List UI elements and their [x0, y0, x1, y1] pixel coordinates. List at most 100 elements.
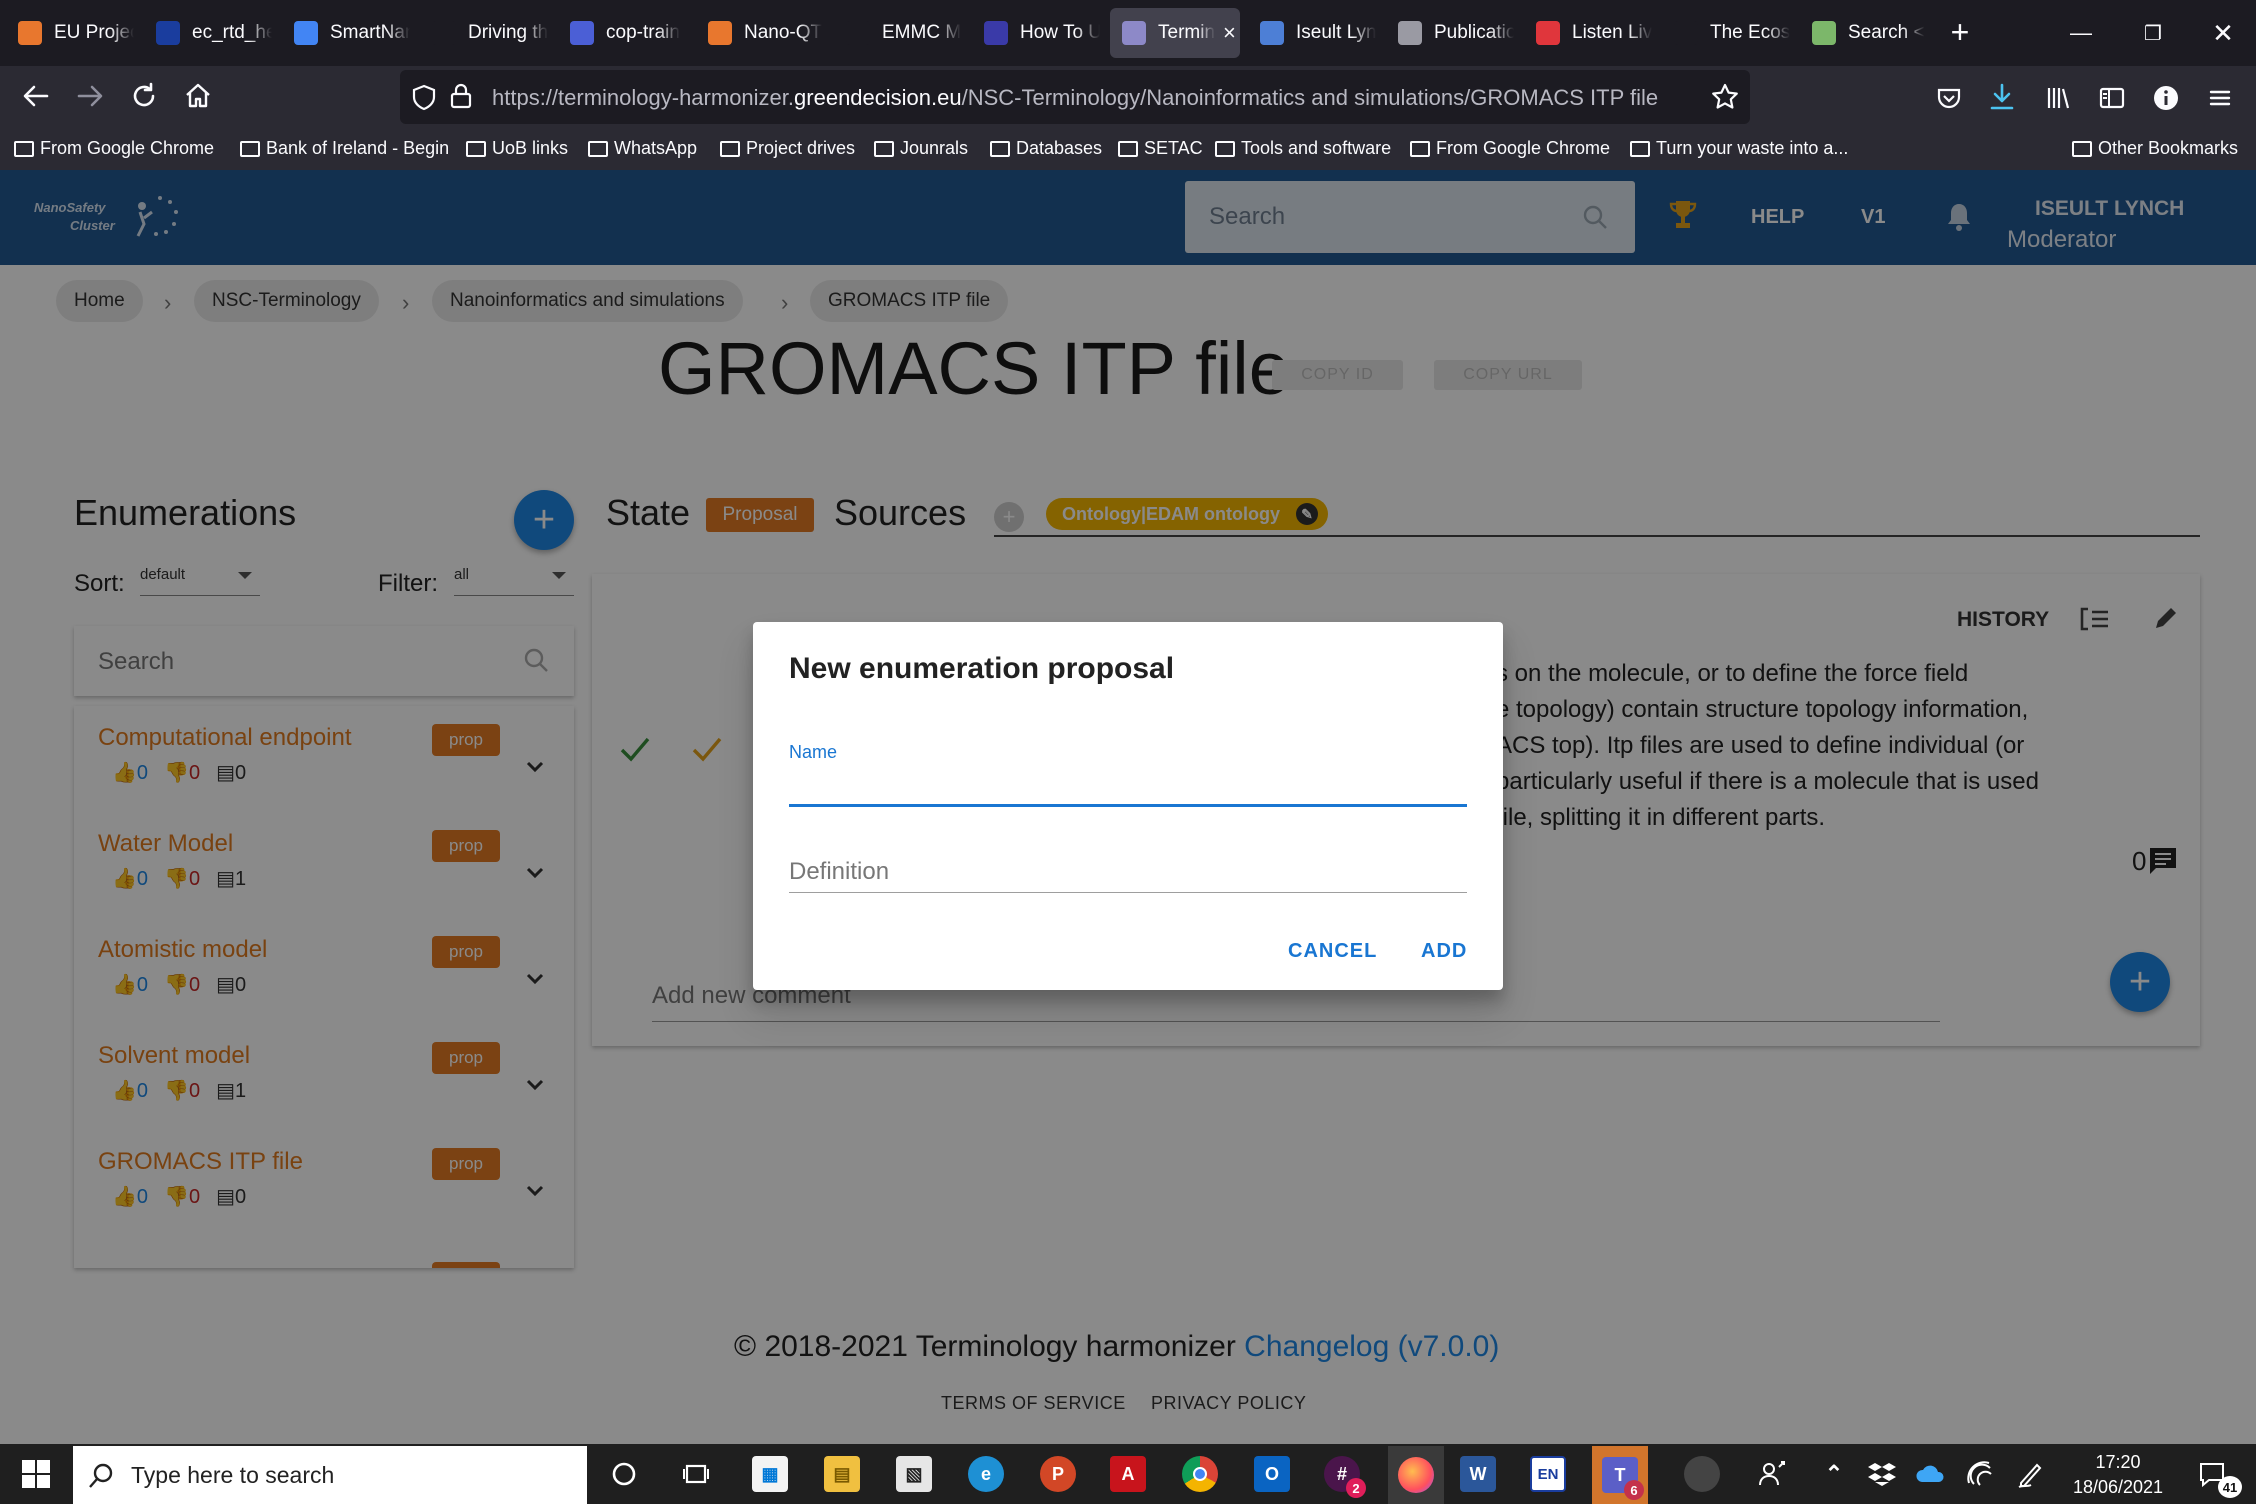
browser-tab[interactable]: The Ecosy: [1662, 8, 1790, 58]
onedrive-icon[interactable]: [1908, 1452, 1952, 1496]
info-icon[interactable]: [2152, 84, 2180, 112]
folder-icon: [874, 140, 894, 157]
terminal-icon[interactable]: ▧: [892, 1452, 936, 1496]
browser-tab[interactable]: ec_rtd_he: [144, 8, 272, 58]
cortana-icon[interactable]: [602, 1452, 646, 1496]
bookmark-item[interactable]: Turn your waste into a...: [1630, 138, 1848, 159]
browser-tab[interactable]: Search <: [1800, 8, 1928, 58]
new-tab-button[interactable]: +: [1940, 12, 1980, 52]
download-icon[interactable]: [1988, 82, 2016, 112]
name-field[interactable]: [789, 768, 1467, 804]
file-explorer-icon[interactable]: ▤: [820, 1452, 864, 1496]
browser-tab[interactable]: Listen Liv: [1524, 8, 1652, 58]
browser-tab[interactable]: How To U: [972, 8, 1100, 58]
bookmark-item[interactable]: From Google Chrome: [14, 138, 214, 159]
bookmark-item[interactable]: WhatsApp: [588, 138, 697, 159]
edge-icon[interactable]: e: [964, 1452, 1008, 1496]
url-bar[interactable]: https://terminology-harmonizer.greendeci…: [400, 70, 1750, 124]
bookmark-label: From Google Chrome: [1436, 138, 1611, 158]
sidebar-icon[interactable]: [2098, 84, 2126, 112]
bookmark-star-icon[interactable]: [1710, 82, 1740, 112]
browser-tab-label: Search <: [1848, 22, 1925, 43]
bookmark-item[interactable]: Jounrals: [874, 138, 968, 159]
bookmark-label: Databases: [1016, 138, 1103, 158]
browser-tab[interactable]: EMMC M: [834, 8, 962, 58]
arrow-right-icon: [77, 85, 103, 107]
browser-tab-label: Termin: [1158, 22, 1216, 43]
chrome-icon[interactable]: [1178, 1452, 1222, 1496]
people-icon[interactable]: [1750, 1452, 1794, 1496]
pen-icon[interactable]: [2008, 1452, 2052, 1496]
library-icon[interactable]: [2044, 84, 2072, 112]
forward-button[interactable]: [68, 74, 112, 118]
browser-tab-label: SmartNan: [330, 22, 410, 43]
bookmark-item[interactable]: Project drives: [720, 138, 855, 159]
bookmark-item[interactable]: Databases: [990, 138, 1102, 159]
url-text: https://terminology-harmonizer.greendeci…: [492, 85, 1658, 111]
browser-tab[interactable]: Termin ×: [1110, 8, 1240, 58]
browser-tab-label: EMMC M: [882, 22, 962, 43]
taskbar-search-input[interactable]: Type here to search: [73, 1446, 587, 1504]
folder-icon: [14, 140, 34, 157]
browser-tab-label: Publicatio: [1434, 22, 1514, 43]
firefox-icon[interactable]: [1388, 1446, 1444, 1504]
endnote-icon[interactable]: EN: [1526, 1452, 1570, 1496]
close-tab-icon[interactable]: ×: [1223, 20, 1236, 46]
bookmark-label: UoB links: [492, 138, 569, 158]
windows-start-icon[interactable]: [20, 1458, 52, 1490]
teams-badge: 6: [1624, 1480, 1644, 1500]
powerpoint-icon[interactable]: P: [1036, 1452, 1080, 1496]
word-icon[interactable]: W: [1456, 1452, 1500, 1496]
home-icon: [186, 83, 210, 108]
browser-tab[interactable]: SmartNan: [282, 8, 410, 58]
clock-time: 17:20: [2095, 1452, 2141, 1472]
taskbar-clock[interactable]: 17:20 18/06/2021: [2058, 1448, 2178, 1502]
user-avatar-icon[interactable]: [1680, 1452, 1724, 1496]
other-bookmarks[interactable]: Other Bookmarks: [2072, 138, 2238, 159]
browser-tab[interactable]: Driving the p: [420, 8, 548, 58]
url-domain: greendecision.eu: [794, 85, 962, 110]
notification-count: 41: [2218, 1476, 2242, 1498]
browser-tab[interactable]: Publicatio: [1386, 8, 1514, 58]
folder-icon: [1410, 140, 1430, 157]
definition-field[interactable]: Definition: [789, 858, 889, 886]
menu-icon[interactable]: [2206, 84, 2234, 112]
bookmark-item[interactable]: UoB links: [466, 138, 568, 159]
acrobat-icon[interactable]: A: [1106, 1452, 1150, 1496]
minimize-button[interactable]: —: [2048, 8, 2114, 58]
store-icon[interactable]: ▦: [748, 1452, 792, 1496]
outlook-icon[interactable]: O: [1250, 1452, 1294, 1496]
close-window-button[interactable]: ✕: [2190, 8, 2256, 58]
browser-tab[interactable]: Iseult Lyn: [1248, 8, 1376, 58]
taskbar-search-placeholder: Type here to search: [131, 1462, 335, 1488]
dropbox-icon[interactable]: [1860, 1452, 1904, 1496]
docs-icon: [294, 21, 318, 45]
slack-icon[interactable]: #2: [1320, 1452, 1366, 1498]
add-button[interactable]: ADD: [1421, 940, 1467, 963]
teams-icon[interactable]: T6: [1592, 1446, 1648, 1504]
restore-button[interactable]: ❐: [2120, 8, 2186, 58]
diamond-icon: [1260, 21, 1284, 45]
chevron-up-icon[interactable]: ⌃: [1812, 1452, 1856, 1496]
browser-tab[interactable]: Nano-QT: [696, 8, 824, 58]
wifi-icon[interactable]: [1958, 1452, 2002, 1496]
cancel-button[interactable]: CANCEL: [1288, 940, 1377, 963]
bookmark-label: Bank of Ireland - Begin: [266, 138, 450, 158]
task-view-icon[interactable]: [674, 1452, 718, 1496]
home-button[interactable]: [176, 74, 220, 118]
pocket-icon[interactable]: [1935, 84, 1963, 112]
reload-button[interactable]: [122, 74, 166, 118]
bookmark-item[interactable]: Tools and software: [1215, 138, 1391, 159]
folder-icon: [990, 140, 1010, 157]
bookmark-item[interactable]: Bank of Ireland - Begin: [240, 138, 449, 159]
browser-tab-label: cop-train: [606, 22, 680, 43]
bookmark-item[interactable]: SETAC: [1118, 138, 1203, 159]
browser-tab-label: EU Projec: [54, 22, 134, 43]
browser-tab-label: Iseult Lyn: [1296, 22, 1376, 43]
bookmark-item[interactable]: From Google Chrome: [1410, 138, 1610, 159]
browser-tab[interactable]: EU Projec: [6, 8, 134, 58]
back-button[interactable]: [14, 74, 58, 118]
notifications-icon[interactable]: 41: [2190, 1452, 2242, 1498]
bookmark-label: WhatsApp: [614, 138, 698, 158]
browser-tab[interactable]: cop-train: [558, 8, 686, 58]
